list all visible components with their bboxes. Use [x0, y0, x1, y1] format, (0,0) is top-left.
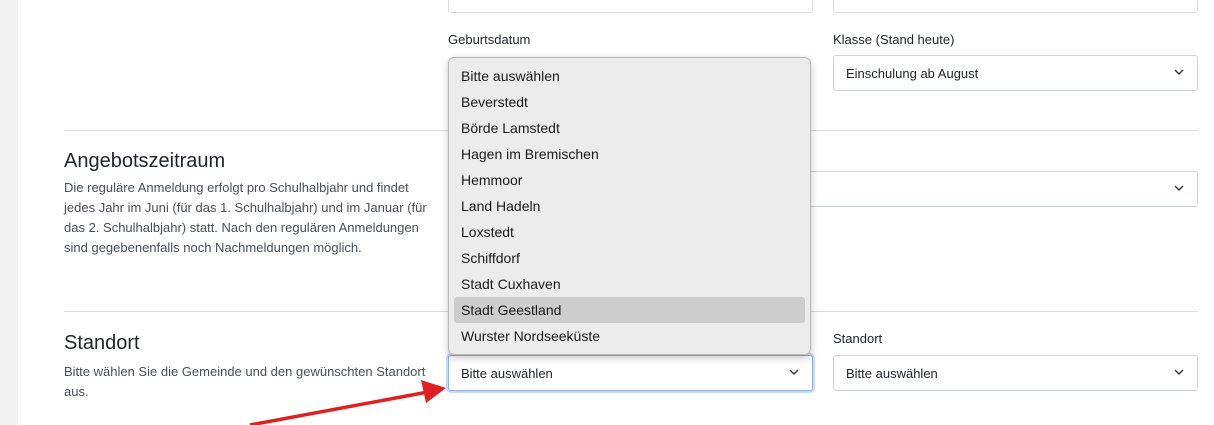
- gemeinde-dropdown-list[interactable]: Bitte auswählen Beverstedt Börde Lamsted…: [448, 57, 811, 355]
- dropdown-option[interactable]: Hagen im Bremischen: [454, 141, 805, 167]
- chevron-down-icon: [789, 369, 799, 375]
- dropdown-option[interactable]: Hemmoor: [454, 167, 805, 193]
- klasse-select-value: Einschulung ab August: [846, 66, 979, 81]
- chevron-down-icon: [1174, 185, 1184, 191]
- dropdown-option[interactable]: Bitte auswählen: [454, 63, 805, 89]
- chevron-down-icon: [1174, 369, 1184, 375]
- input-partial-left[interactable]: [448, 0, 813, 13]
- standort-select[interactable]: Bitte auswählen: [833, 355, 1198, 391]
- standort-description: Bitte wählen Sie die Gemeinde und den ge…: [64, 364, 426, 399]
- standort-title: Standort: [64, 332, 140, 354]
- chevron-down-icon: [1174, 69, 1184, 75]
- angebot-title: Angebotszeitraum: [64, 150, 226, 172]
- input-partial-right[interactable]: [833, 0, 1198, 13]
- klasse-select[interactable]: Einschulung ab August: [833, 55, 1198, 91]
- dropdown-option[interactable]: Schiffdorf: [454, 245, 805, 271]
- dropdown-option[interactable]: Wurster Nordseeküste: [454, 323, 805, 349]
- klasse-label: Klasse (Stand heute): [833, 32, 955, 47]
- geburtsdatum-label: Geburtsdatum: [448, 32, 531, 47]
- gemeinde-select-value: Bitte auswählen: [461, 366, 553, 381]
- gemeinde-select[interactable]: Bitte auswählen: [448, 355, 813, 391]
- standort-select-value: Bitte auswählen: [846, 366, 938, 381]
- dropdown-option[interactable]: Loxstedt: [454, 219, 805, 245]
- dropdown-option[interactable]: Beverstedt: [454, 89, 805, 115]
- dropdown-option[interactable]: Land Hadeln: [454, 193, 805, 219]
- dropdown-option[interactable]: Börde Lamstedt: [454, 115, 805, 141]
- angebot-description: Die reguläre Anmeldung erfolgt pro Schul…: [64, 180, 427, 255]
- standort-label: Standort: [833, 331, 883, 346]
- dropdown-option[interactable]: Stadt Cuxhaven: [454, 271, 805, 297]
- dropdown-option-highlighted[interactable]: Stadt Geestland: [454, 297, 805, 323]
